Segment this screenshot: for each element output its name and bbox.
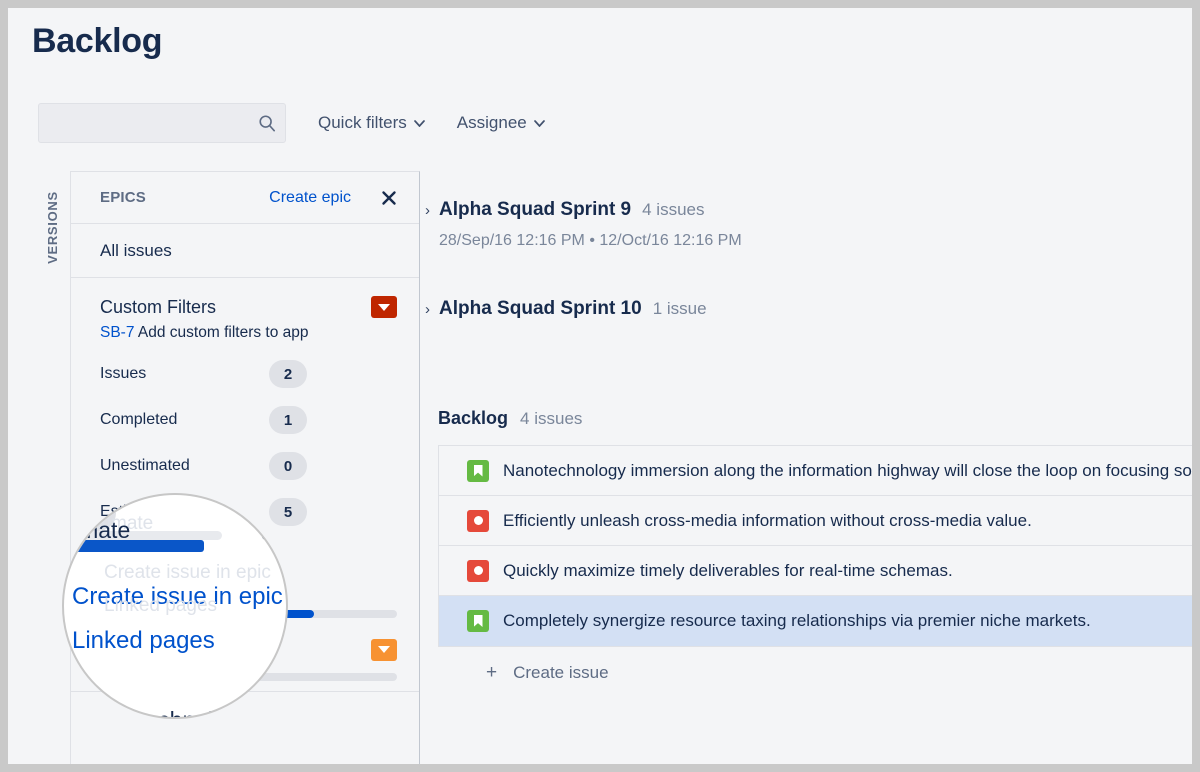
epic-item-all-issues[interactable]: All issues xyxy=(71,224,419,278)
toolbar: Quick filters Assignee xyxy=(38,103,545,143)
page-title: Backlog xyxy=(32,22,162,61)
backlog-section-header[interactable]: Backlog 4 issues xyxy=(438,408,1192,429)
stat-value: 1 xyxy=(269,406,307,434)
sprint-header[interactable]: › Alpha Squad Sprint 9 4 issues xyxy=(425,199,1192,221)
backlog-main: › Alpha Squad Sprint 9 4 issues 28/Sep/1… xyxy=(420,171,1192,764)
issue-summary: Efficiently unleash cross-media informat… xyxy=(503,511,1032,531)
backlog-page: Backlog Quick filters Assignee VERSIONS xyxy=(8,8,1192,764)
stat-row: Completed 1 xyxy=(100,406,397,434)
chevron-down-icon xyxy=(414,120,425,127)
issue-key[interactable]: SB-7 xyxy=(100,324,134,341)
versions-tab[interactable]: VERSIONS xyxy=(34,171,70,283)
sprint-name: Alpha Squad Sprint 10 xyxy=(439,298,642,320)
table-row[interactable]: Efficiently unleash cross-media informat… xyxy=(439,496,1192,546)
sprint-issue-count: 4 issues xyxy=(642,200,704,220)
chevron-right-icon[interactable]: › xyxy=(425,202,439,219)
magnified-linked-pages-link[interactable]: Linked pages xyxy=(72,627,215,655)
story-icon xyxy=(467,460,489,482)
create-issue-label: Create issue xyxy=(513,663,608,683)
magnifier-content: stimate imate 5 Create issue in epic Cre… xyxy=(64,495,288,719)
bug-icon xyxy=(467,560,489,582)
issue-summary: Quickly maximize timely deliverables for… xyxy=(503,561,953,581)
search-input[interactable] xyxy=(38,103,286,143)
table-row[interactable]: Completely synergize resource taxing rel… xyxy=(439,596,1192,646)
stat-label: Unestimated xyxy=(100,457,190,475)
ghost-create-issue-label: Create issue in epic xyxy=(104,562,271,584)
chevron-down-icon xyxy=(378,304,390,311)
stat-value: 0 xyxy=(269,452,307,480)
sprint-section: › Alpha Squad Sprint 10 1 issue xyxy=(420,298,1192,320)
issue-summary: Nanotechnology immersion along the infor… xyxy=(503,461,1192,481)
table-row[interactable]: Nanotechnology immersion along the infor… xyxy=(439,446,1192,496)
stat-value: 2 xyxy=(269,360,307,388)
epic-dropdown-badge[interactable] xyxy=(371,639,397,661)
search-box xyxy=(38,103,286,143)
story-icon xyxy=(467,610,489,632)
sprint-section: › Alpha Squad Sprint 9 4 issues 28/Sep/1… xyxy=(420,199,1192,250)
ghost-linked-pages-label: Linked pages xyxy=(104,595,217,617)
magnifier-loupe: stimate imate 5 Create issue in epic Cre… xyxy=(62,493,288,719)
chevron-down-icon xyxy=(534,120,545,127)
backlog-label: Backlog xyxy=(438,408,508,429)
epics-panel-header: EPICS Create epic xyxy=(71,172,419,224)
chevron-down-icon xyxy=(378,646,390,653)
table-row[interactable]: Quickly maximize timely deliverables for… xyxy=(439,546,1192,596)
magnified-estimate-label: imate xyxy=(74,517,130,544)
plus-icon: + xyxy=(486,662,497,684)
create-issue-button[interactable]: + Create issue xyxy=(438,647,1192,699)
stat-label: Issues xyxy=(100,365,146,383)
versions-tab-label: VERSIONS xyxy=(45,191,60,264)
stat-row: Issues 2 xyxy=(100,360,397,388)
stat-label: Completed xyxy=(100,411,177,429)
issue-summary: Completely synergize resource taxing rel… xyxy=(503,611,1091,631)
epics-panel-title: EPICS xyxy=(100,189,146,206)
backlog-issue-count: 4 issues xyxy=(520,409,582,429)
issue-list: Nanotechnology immersion along the infor… xyxy=(438,445,1192,647)
create-epic-link[interactable]: Create epic xyxy=(269,189,351,207)
close-icon[interactable] xyxy=(381,190,397,206)
quick-filters-label: Quick filters xyxy=(318,113,407,133)
assignee-label: Assignee xyxy=(457,113,527,133)
epic-item-label: All issues xyxy=(100,241,172,261)
epic-header-row: Custom Filters xyxy=(100,296,397,318)
epic-issue-line: SB-7 Add custom filters to app xyxy=(100,324,397,342)
sprint-issue-count: 1 issue xyxy=(653,299,707,319)
issue-summary: Add custom filters to app xyxy=(138,324,309,341)
stat-row: Unestimated 0 xyxy=(100,452,397,480)
chevron-right-icon[interactable]: › xyxy=(425,301,439,318)
sprint-name: Alpha Squad Sprint 9 xyxy=(439,199,631,221)
quick-filters-button[interactable]: Quick filters xyxy=(318,113,425,133)
magnified-estimate-value: 5 xyxy=(261,520,273,546)
epic-dropdown-badge[interactable] xyxy=(371,296,397,318)
epic-name: Custom Filters xyxy=(100,297,216,318)
assignee-button[interactable]: Assignee xyxy=(457,113,545,133)
bug-icon xyxy=(467,510,489,532)
sprint-header[interactable]: › Alpha Squad Sprint 10 1 issue xyxy=(425,298,1192,320)
sprint-dates: 28/Sep/16 12:16 PM • 12/Oct/16 12:16 PM xyxy=(439,232,1192,250)
